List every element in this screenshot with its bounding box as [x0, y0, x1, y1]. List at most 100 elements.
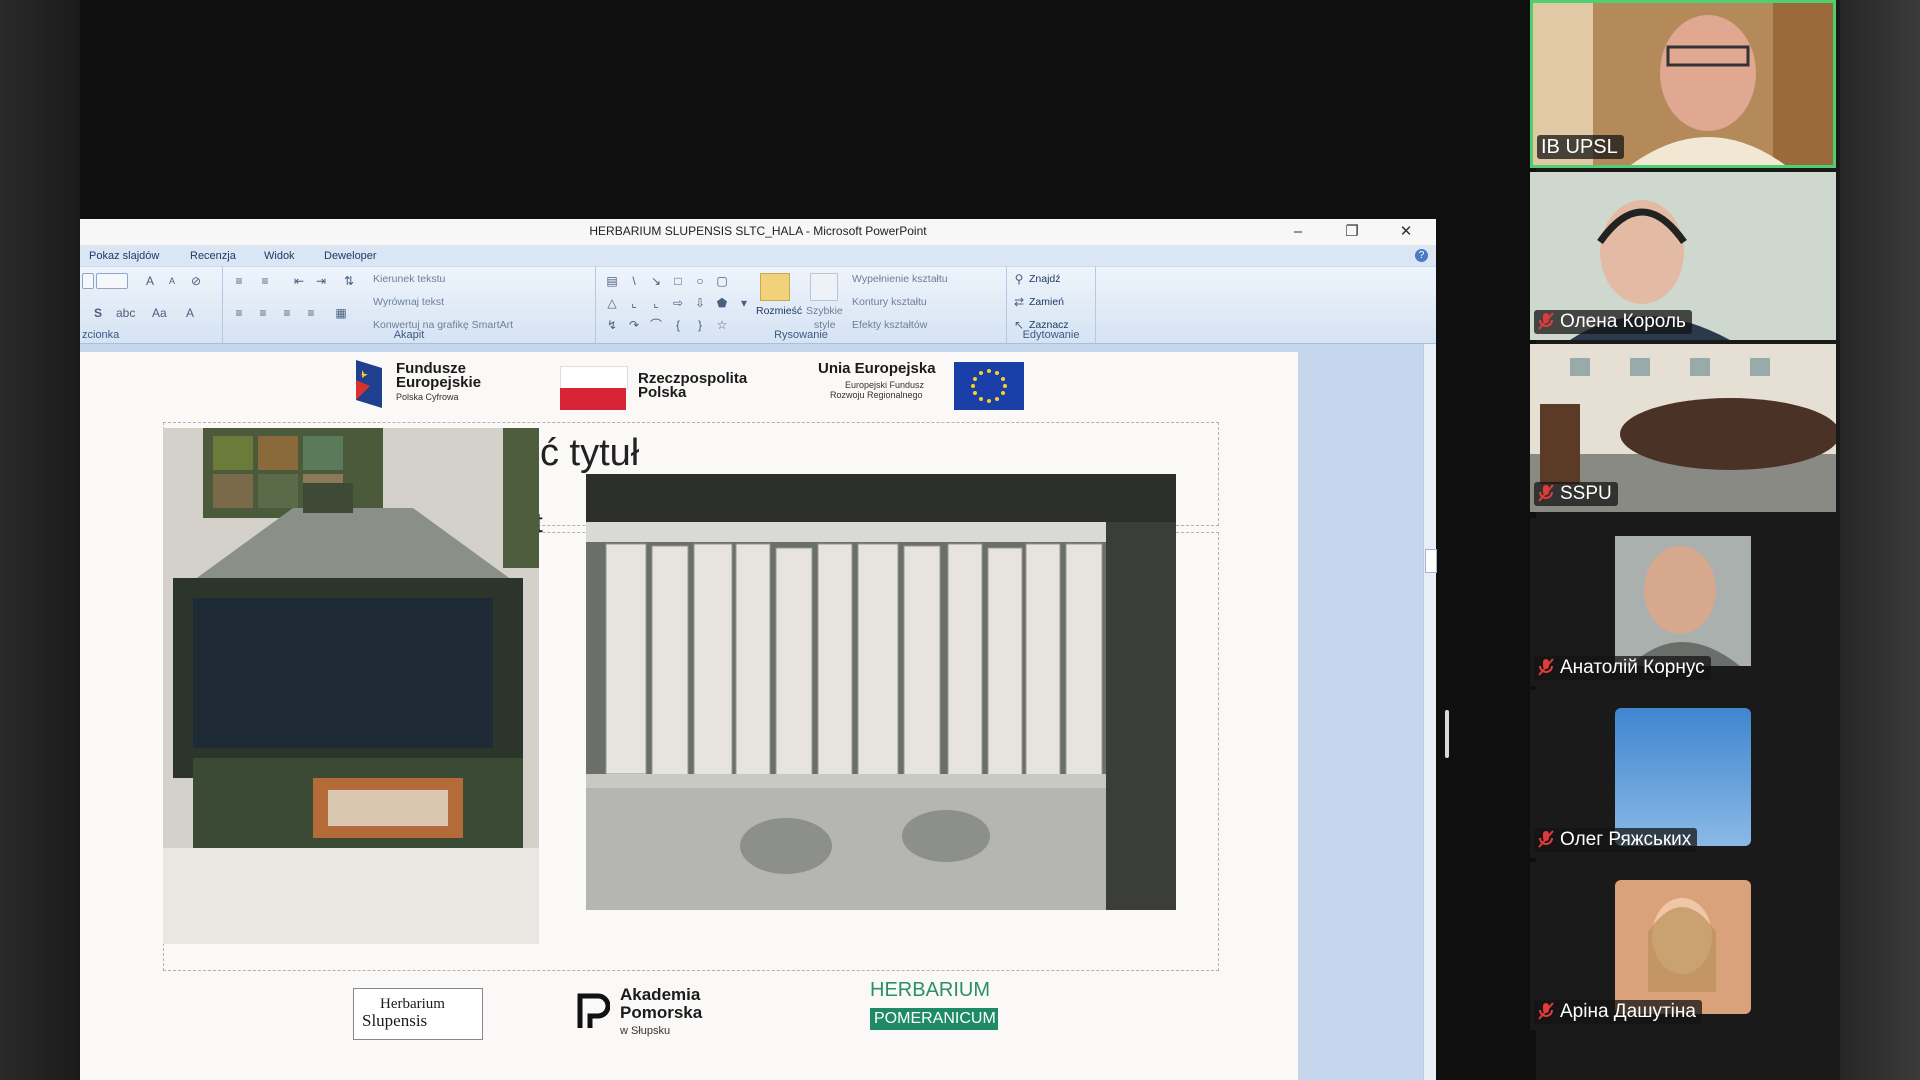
mic-muted-icon	[1538, 658, 1554, 676]
mic-muted-icon	[1538, 830, 1554, 848]
numbering-icon[interactable]: ≡	[259, 275, 271, 287]
columns-icon[interactable]: ▦	[335, 307, 347, 319]
rectangle-shape-icon[interactable]: □	[672, 275, 684, 287]
ribbon-group-drawing: ▤ \ ↘ □ ○ ▢ △ ⌞ ⌞ ⇨ ⇩ ⬟ ↯ ↷ ⌒ { } ☆ ▾ Ro…	[596, 267, 1007, 343]
fundusze-title-line2: Europejskie	[396, 374, 482, 391]
participant-name: Аріна Дашутіна	[1534, 1000, 1702, 1024]
connector-shape-icon[interactable]: ⌞	[628, 297, 640, 309]
restore-icon[interactable]: ❐	[1334, 222, 1370, 242]
slide-title-text: ć tytuł	[540, 432, 640, 474]
mic-muted-icon	[1538, 484, 1554, 502]
menu-widok[interactable]: Widok	[264, 250, 295, 262]
font-name-box[interactable]	[82, 273, 94, 289]
top-logo-strip: Fundusze Europejskie Polska Cyfrowa Rzec…	[80, 352, 1298, 422]
quick-styles-button-line1[interactable]: Szybkie	[806, 305, 843, 317]
decrease-indent-icon[interactable]: ⇤	[293, 275, 305, 287]
mic-muted-icon	[1538, 312, 1554, 330]
herbarium-slupensis-line2: Slupensis	[362, 1011, 428, 1030]
ribbon-group-font: A A ⊘ S abc Aa A zcionka	[80, 267, 223, 343]
akademia-line3: w Słupsku	[620, 1025, 671, 1037]
align-center-icon[interactable]: ≡	[257, 307, 269, 319]
screen-edge	[0, 0, 80, 1080]
polish-flag-white	[560, 366, 628, 390]
bullets-icon[interactable]: ≡	[233, 275, 245, 287]
arrange-icon[interactable]	[760, 273, 790, 301]
vertical-scrollbar[interactable]	[1423, 344, 1437, 1080]
shape-outline-button[interactable]: Kontury kształtu	[852, 296, 927, 308]
triangle-shape-icon[interactable]: △	[606, 297, 618, 309]
participant-name: Олена Король	[1534, 310, 1692, 334]
participant-name: Олег Ряжських	[1534, 828, 1698, 852]
akademia-line1: Akademia	[620, 985, 701, 1004]
elbow-shape-icon[interactable]: ⌞	[650, 297, 662, 309]
editing-group-label: Edytowanie	[1022, 329, 1080, 341]
shadow-icon[interactable]: S	[92, 307, 104, 319]
arrange-button[interactable]: Rozmieść	[756, 305, 802, 317]
eu-flag-icon	[954, 362, 1024, 410]
participant-tile-olena[interactable]: Олена Король	[1530, 172, 1836, 340]
increase-indent-icon[interactable]: ⇥	[315, 275, 327, 287]
quick-styles-icon[interactable]	[810, 273, 838, 301]
panel-resize-handle[interactable]	[1445, 710, 1449, 758]
window-title: HERBARIUM SLUPENSIS SLTC_HALA - Microsof…	[589, 224, 927, 238]
text-direction-button[interactable]: Kierunek tekstu	[373, 273, 445, 285]
align-text-button[interactable]: Wyrównaj tekst	[373, 296, 444, 308]
slide[interactable]: Fundusze Europejskie Polska Cyfrowa Rzec…	[80, 352, 1298, 1080]
powerpoint-window: HERBARIUM SLUPENSIS SLTC_HALA - Microsof…	[80, 219, 1437, 1080]
scroll-thumb[interactable]	[1425, 549, 1437, 573]
textbox-shape-icon[interactable]: ▤	[606, 275, 618, 287]
shape-fill-button[interactable]: Wypełnienie kształtu	[852, 273, 948, 285]
pentagon-shape-icon[interactable]: ⬟	[716, 297, 728, 309]
font-color-icon[interactable]: A	[184, 307, 196, 319]
minimize-icon[interactable]: –	[1280, 222, 1316, 242]
participant-tile-ib-upsl[interactable]: IB UPSL	[1530, 0, 1836, 168]
herbarium-pomeranicum-line2: POMERANICUM	[874, 1010, 996, 1027]
ue-subtitle-line1: Europejski Fundusz	[845, 380, 925, 390]
clear-format-icon[interactable]: ⊘	[190, 275, 202, 287]
participant-name: IB UPSL	[1537, 135, 1624, 159]
strikethrough-icon[interactable]: abc	[116, 307, 135, 319]
participant-tile-anatoliy[interactable]: Анатолій Корнус	[1530, 518, 1836, 686]
menu-recenzja[interactable]: Recenzja	[190, 250, 236, 262]
mic-muted-icon	[1538, 1002, 1554, 1020]
oval-shape-icon[interactable]: ○	[694, 275, 706, 287]
fundusze-subtitle: Polska Cyfrowa	[396, 392, 459, 402]
dryer-photo[interactable]	[163, 428, 539, 944]
shapes-more-icon[interactable]: ▾	[738, 297, 750, 309]
line-shape-icon[interactable]: \	[628, 275, 640, 287]
drawers-photo[interactable]	[586, 474, 1176, 910]
akademia-logo-icon	[577, 993, 610, 1028]
ribbon-group-editing: Znajdź Zamień Zaznacz ⚲ ⇄ ↖ Edytowanie	[1007, 267, 1096, 343]
change-case-icon[interactable]: Aa	[152, 307, 167, 319]
help-icon[interactable]: ?	[1415, 249, 1428, 262]
replace-button[interactable]: Zamień	[1029, 296, 1064, 308]
participant-tile-oleg[interactable]: Олег Ряжських	[1530, 690, 1836, 858]
rounded-rect-shape-icon[interactable]: ▢	[716, 275, 728, 287]
justify-icon[interactable]: ≡	[305, 307, 317, 319]
participant-tile-arina[interactable]: Аріна Дашутіна	[1530, 862, 1836, 1030]
grow-font-icon[interactable]: A	[144, 275, 156, 287]
paragraph-group-label: Akapit	[393, 329, 425, 341]
align-left-icon[interactable]: ≡	[233, 307, 245, 319]
dryer-photo-image	[163, 428, 539, 944]
line-spacing-icon[interactable]: ⇅	[343, 275, 355, 287]
akademia-line2: Pomorska	[620, 1003, 703, 1022]
participant-tile-sspu[interactable]: SSPU	[1530, 344, 1836, 512]
right-arrow-shape-icon[interactable]: ⇨	[672, 297, 684, 309]
font-group-label: zcionka	[82, 329, 120, 341]
align-right-icon[interactable]: ≡	[281, 307, 293, 319]
font-size-box[interactable]	[96, 273, 128, 289]
participant-name: Анатолій Корнус	[1534, 656, 1711, 680]
menu-pokaz-slajdow[interactable]: Pokaz slajdów	[89, 250, 159, 262]
ribbon-group-paragraph: ≡ ≡ ⇤ ⇥ ⇅ ≡ ≡ ≡ ≡ ▦ Kierunek tekstu Wyró…	[223, 267, 596, 343]
rp-title-line2: Polska	[638, 384, 687, 401]
ue-title: Unia Europejska	[818, 360, 936, 377]
arrow-shape-icon[interactable]: ↘	[650, 275, 662, 287]
drawers-photo-image	[586, 474, 1176, 910]
ribbon: A A ⊘ S abc Aa A zcionka ≡ ≡ ⇤ ⇥ ⇅ ≡ ≡ ≡…	[80, 267, 1436, 344]
find-button[interactable]: Znajdź	[1029, 273, 1061, 285]
down-arrow-shape-icon[interactable]: ⇩	[694, 297, 706, 309]
close-icon[interactable]: ✕	[1388, 222, 1424, 242]
menu-deweloper[interactable]: Deweloper	[324, 250, 377, 262]
shrink-font-icon[interactable]: A	[166, 275, 178, 287]
